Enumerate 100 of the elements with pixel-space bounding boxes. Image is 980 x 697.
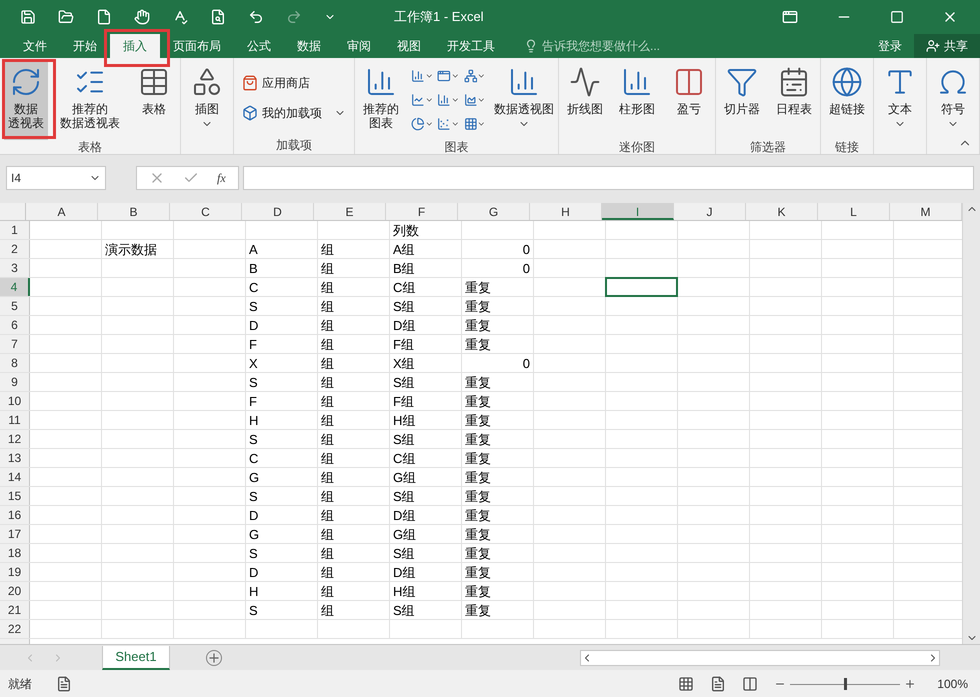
row-header[interactable]: 8 <box>0 354 30 372</box>
cube-icon <box>242 105 258 121</box>
row-header[interactable]: 19 <box>0 563 30 581</box>
ribbon-button[interactable]: 切片器 <box>720 62 764 140</box>
row-header[interactable]: 16 <box>0 506 30 524</box>
column-header[interactable]: D <box>242 203 314 220</box>
sheet-tab[interactable]: Sheet1 <box>102 646 170 670</box>
row-header[interactable]: 11 <box>0 411 30 429</box>
page-break-icon[interactable] <box>742 676 758 692</box>
row-header[interactable]: 13 <box>0 449 30 467</box>
column-header[interactable]: K <box>746 203 818 220</box>
table-cell: 重复 <box>465 603 491 618</box>
ribbon-button[interactable]: 推荐的 数据透视表 <box>56 62 124 140</box>
row-header[interactable]: 20 <box>0 582 30 600</box>
new-file-icon[interactable] <box>96 9 112 25</box>
ribbon-button[interactable]: 插图 <box>185 62 229 140</box>
zoom-slider[interactable] <box>790 678 900 690</box>
column-header[interactable]: J <box>674 203 746 220</box>
table-cell: H组 <box>393 413 416 428</box>
ribbon-button[interactable]: 数据 透视表 <box>4 62 48 140</box>
ribbon-button[interactable]: 表格 <box>132 62 176 140</box>
row-header[interactable]: 15 <box>0 487 30 505</box>
ribbon-tab[interactable]: 公式 <box>234 34 284 58</box>
macro-record-icon[interactable] <box>56 676 72 692</box>
insert-function-button[interactable]: fx <box>217 169 226 187</box>
active-cell-frame[interactable] <box>605 277 678 297</box>
row-header[interactable]: 18 <box>0 544 30 562</box>
column-header[interactable]: A <box>26 203 98 220</box>
row-header[interactable]: 1 <box>0 221 30 239</box>
column-header[interactable]: F <box>386 203 458 220</box>
ribbon-tab[interactable]: 插入 <box>110 34 160 58</box>
ribbon-tab[interactable]: 数据 <box>284 34 334 58</box>
undo-icon[interactable] <box>248 9 264 25</box>
area-chart-icon <box>464 92 478 108</box>
row-header[interactable]: 9 <box>0 373 30 391</box>
row-header[interactable]: 6 <box>0 316 30 334</box>
ribbon-tab[interactable]: 文件 <box>10 34 60 58</box>
highlight-frame <box>104 29 170 67</box>
ribbon-button[interactable]: 符号 <box>931 62 975 140</box>
shopping-bag-icon <box>242 75 258 91</box>
ribbon-tab[interactable]: 开始 <box>60 34 110 58</box>
ribbon-button[interactable]: 柱形图 <box>615 62 659 140</box>
ribbon-display-icon[interactable] <box>782 9 798 25</box>
row-header[interactable]: 10 <box>0 392 30 410</box>
vertical-scrollbar[interactable] <box>962 203 980 644</box>
row-header[interactable]: 22 <box>0 620 30 638</box>
ribbon-button[interactable]: 推荐的 图表 <box>359 62 403 140</box>
share-button[interactable]: 共享 <box>914 34 980 58</box>
ribbon-button[interactable]: 超链接 <box>825 62 869 140</box>
row-header[interactable]: 17 <box>0 525 30 543</box>
normal-view-icon[interactable] <box>678 676 694 692</box>
column-header[interactable]: C <box>170 203 242 220</box>
ribbon-tab[interactable]: 开发工具 <box>434 34 508 58</box>
table-cell: 重复 <box>465 299 491 314</box>
ribbon-button[interactable]: 数据透视图 <box>494 62 554 140</box>
row-header[interactable]: 12 <box>0 430 30 448</box>
column-header[interactable]: L <box>818 203 890 220</box>
name-box[interactable]: I4 <box>6 166 106 190</box>
row-header[interactable]: 7 <box>0 335 30 353</box>
row-header[interactable]: 4 <box>0 278 30 296</box>
horizontal-scrollbar[interactable] <box>580 650 940 666</box>
row-header[interactable]: 14 <box>0 468 30 486</box>
group-label: 链接 <box>834 140 860 154</box>
add-sheet-icon[interactable] <box>206 650 222 666</box>
print-preview-icon[interactable] <box>210 9 226 25</box>
row-header[interactable]: 21 <box>0 601 30 619</box>
page-layout-icon[interactable] <box>710 676 726 692</box>
ribbon-button[interactable]: 我的加载项 <box>238 100 350 126</box>
folder-icon[interactable] <box>58 9 74 25</box>
ribbon-button[interactable]: 折线图 <box>563 62 607 140</box>
window-title: 工作簿1 - Excel <box>394 8 484 26</box>
window-icon <box>437 68 451 84</box>
column-header[interactable]: G <box>458 203 530 220</box>
zoom-in-icon[interactable] <box>904 678 916 690</box>
bar-chart-icon <box>437 92 451 108</box>
ribbon-button[interactable]: 应用商店 <box>238 70 350 96</box>
ribbon-tab[interactable]: 视图 <box>384 34 434 58</box>
ribbon-tab[interactable]: 审阅 <box>334 34 384 58</box>
sign-in-link[interactable]: 登录 <box>866 34 914 58</box>
ribbon-button[interactable]: 盈亏 <box>667 62 711 140</box>
table-cell: 重复 <box>465 527 491 542</box>
column-header[interactable]: E <box>314 203 386 220</box>
tell-me-field[interactable]: 告诉我您想要做什么... <box>542 37 702 55</box>
maximize-icon[interactable] <box>890 10 904 24</box>
ribbon-tab[interactable]: 页面布局 <box>160 34 234 58</box>
table-cell: H <box>249 584 258 599</box>
ribbon-button[interactable]: 日程表 <box>772 62 816 140</box>
column-header[interactable]: I <box>602 203 674 220</box>
row-header[interactable]: 5 <box>0 297 30 315</box>
formula-field[interactable] <box>242 166 974 190</box>
save-icon[interactable] <box>20 9 36 25</box>
ribbon-button[interactable]: 文本 <box>878 62 922 140</box>
column-header[interactable]: B <box>98 203 170 220</box>
scatter-chart-icon <box>437 116 451 132</box>
row-header[interactable]: 2 <box>0 240 30 258</box>
table-cell: 组 <box>321 508 334 523</box>
hand-icon[interactable] <box>134 9 150 25</box>
row-header[interactable]: 3 <box>0 259 30 277</box>
table-cell: S <box>249 432 258 447</box>
zoom-level[interactable]: 100% <box>932 674 968 692</box>
